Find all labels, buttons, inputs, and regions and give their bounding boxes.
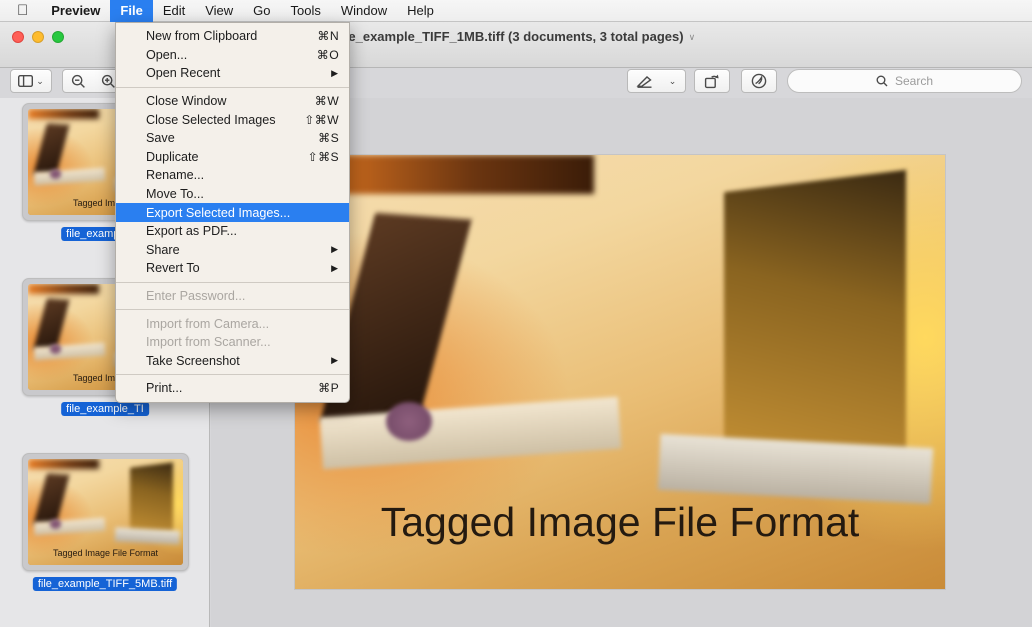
magnifier-minus-icon [71,74,86,89]
menu-item-shortcut: ⇧⌘W [304,112,339,127]
menu-item-close-window[interactable]: Close Window ⌘W [116,92,349,111]
menu-item-shortcut: ⇧⌘S [307,149,339,164]
markup-button[interactable] [627,69,661,93]
chevron-down-icon: ⌄ [36,75,44,86]
menu-item-label: Save [146,131,175,146]
thumbnail-2-label[interactable]: file_example_TI [61,402,149,416]
menu-item-export-as-pdf[interactable]: Export as PDF... [116,222,349,241]
menu-edit-label: Edit [151,2,185,18]
menu-item-shortcut: ⌘W [314,94,339,109]
menu-item-label: New from Clipboard [146,29,258,44]
menu-item-label: Export Selected Images... [146,205,291,220]
rotate-button[interactable] [694,69,730,93]
document-title-text: file_example_TIFF_1MB.tiff (3 documents,… [336,29,684,44]
chevron-down-icon[interactable]: ∨ [689,22,696,52]
markup-pen-icon [636,75,653,88]
menu-separator [116,86,349,88]
markup-options-button[interactable]: ⌄ [660,69,686,93]
menu-item-label: Take Screenshot [146,353,240,368]
menu-item-save[interactable]: Save ⌘S [116,129,349,148]
annotate-sign-icon [751,73,767,89]
menu-item-shortcut: ⌘P [318,381,339,396]
menu-file[interactable]: File [109,0,153,22]
menu-item-move-to[interactable]: Move To... [116,185,349,204]
menu-separator [116,281,349,283]
main-image-caption: Tagged Image File Format [380,498,860,545]
menu-item-label: Open Recent [146,66,221,81]
menu-item-label: Enter Password... [146,289,246,304]
rotate-left-icon [704,73,720,89]
magnifier-plus-icon [101,74,116,89]
menu-go-label: Go [241,2,270,18]
menu-item-rename[interactable]: Rename... [116,166,349,185]
menu-item-label: Close Window [146,94,227,109]
menu-item-label: Share [146,242,180,257]
menu-go[interactable]: Go [243,0,280,22]
menu-item-duplicate[interactable]: Duplicate ⇧⌘S [116,148,349,167]
menu-item-shortcut: ⌘N [317,29,339,44]
menu-window-label: Window [329,2,387,18]
menu-window[interactable]: Window [331,0,397,22]
file-menu-dropdown[interactable]: New from Clipboard ⌘N Open... ⌘O Open Re… [115,22,350,403]
menu-item-share[interactable]: Share ▶ [116,241,349,260]
menu-item-label: Close Selected Images [146,112,276,127]
menu-item-import-from-camera: Import from Camera... [116,314,349,333]
menu-view-label: View [193,2,233,18]
menu-item-open[interactable]: Open... ⌘O [116,46,349,65]
menu-item-label: Move To... [146,187,204,202]
menu-bar:  Preview File Edit View Go Tools Window… [0,0,1032,22]
menu-item-close-selected-images[interactable]: Close Selected Images ⇧⌘W [116,110,349,129]
thumbnail-3[interactable]: Tagged Image File Format [22,453,189,571]
sidebar-toggle-button[interactable]: ⌄ [10,69,52,93]
search-field[interactable]: Search [787,69,1022,93]
chevron-down-icon: ⌄ [668,75,677,86]
menu-item-label: Import from Scanner... [146,335,271,350]
menu-view[interactable]: View [195,0,243,22]
menu-item-shortcut: ⌘S [318,131,339,146]
menu-preview-label: Preview [40,2,100,18]
menu-item-label: Revert To [146,261,200,276]
search-icon [876,75,888,87]
menu-item-label: Rename... [146,168,205,183]
thumbnail-3-caption: Tagged Image File Format [52,547,159,558]
menu-item-new-from-clipboard[interactable]: New from Clipboard ⌘N [116,27,349,46]
list-item[interactable]: Tagged Image File Format file_example_TI… [0,453,209,618]
menu-item-label: Import from Camera... [146,316,270,331]
thumbnail-3-label[interactable]: file_example_TIFF_5MB.tiff [32,577,178,591]
menu-item-revert-to[interactable]: Revert To ▶ [116,259,349,278]
menu-tools[interactable]: Tools [281,0,331,22]
menu-item-label: Duplicate [146,149,199,164]
menu-preview[interactable]: Preview [41,0,110,22]
menu-item-enter-password: Enter Password... [116,287,349,306]
menu-item-import-from-scanner: Import from Scanner... [116,333,349,352]
submenu-arrow-icon: ▶ [331,244,338,255]
menu-separator [116,374,349,376]
menu-tools-label: Tools [279,2,321,18]
submenu-arrow-icon: ▶ [331,262,338,273]
menu-edit[interactable]: Edit [153,0,195,22]
menu-item-take-screenshot[interactable]: Take Screenshot ▶ [116,352,349,371]
menu-item-print[interactable]: Print... ⌘P [116,379,349,398]
apple-logo-icon[interactable]:  [0,0,41,22]
thumbnail-3-image: Tagged Image File Format [28,459,183,565]
menu-item-shortcut: ⌘O [316,47,339,62]
menu-item-open-recent[interactable]: Open Recent ▶ [116,64,349,83]
menu-help-label: Help [395,2,434,18]
submenu-arrow-icon: ▶ [331,355,338,366]
menu-help[interactable]: Help [397,0,444,22]
menu-item-label: Export as PDF... [146,224,237,239]
menu-separator [116,309,349,311]
main-document-image[interactable]: Tagged Image File Format [295,155,945,589]
sidebar-panel-icon [18,75,34,87]
annotate-button[interactable] [741,69,777,93]
menu-item-export-selected-images[interactable]: Export Selected Images... [116,203,349,222]
menu-file-label: File [109,2,142,18]
search-placeholder: Search [894,74,934,88]
zoom-out-button[interactable] [62,69,94,93]
submenu-arrow-icon: ▶ [331,67,338,78]
menu-item-label: Print... [146,381,183,396]
menu-item-label: Open... [146,47,188,62]
